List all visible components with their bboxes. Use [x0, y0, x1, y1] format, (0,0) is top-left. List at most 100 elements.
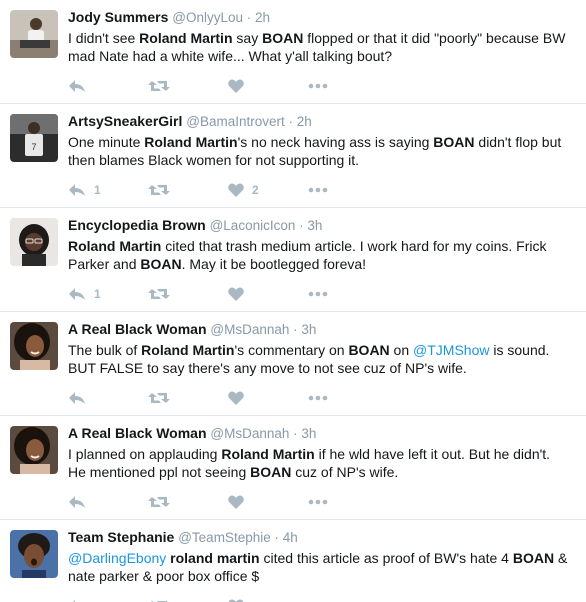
reply-icon	[68, 79, 86, 93]
text-segment: say	[232, 30, 263, 46]
retweet-button[interactable]	[148, 183, 228, 197]
avatar[interactable]	[10, 10, 58, 58]
tweet-header: ArtsySneakerGirl @BamaIntrovert · 2h	[68, 112, 574, 131]
tweet-header: Jody Summers @OnlyyLou · 2h	[68, 8, 574, 27]
separator-dot: ·	[284, 114, 297, 129]
tweet-actions	[68, 589, 574, 602]
mention-link[interactable]: @DarlingEbony	[68, 550, 166, 566]
tweet-text: One minute Roland Martin's no neck havin…	[68, 133, 574, 169]
more-button[interactable]	[308, 187, 388, 193]
timestamp[interactable]: 3h	[307, 218, 322, 233]
like-button[interactable]	[228, 495, 308, 509]
timestamp[interactable]: 3h	[301, 322, 316, 337]
more-dots-icon	[308, 83, 328, 89]
display-name[interactable]: Encyclopedia Brown	[68, 217, 206, 233]
tweet-header: A Real Black Woman @MsDannah · 3h	[68, 320, 574, 339]
retweet-button[interactable]	[148, 287, 228, 301]
display-name[interactable]: Team Stephanie	[68, 529, 174, 545]
text-segment: I planned on applauding	[68, 446, 222, 462]
highlighted-term: Roland Martin	[221, 446, 315, 462]
timestamp[interactable]: 3h	[301, 426, 316, 441]
tweet-actions: 1	[68, 277, 574, 311]
like-button[interactable]	[228, 79, 308, 93]
highlighted-term: BOAN	[512, 550, 555, 566]
text-segment: The bulk of	[68, 342, 142, 358]
display-name[interactable]: Jody Summers	[68, 9, 168, 25]
like-count: 2	[252, 183, 259, 197]
text-segment: cuz of NP's wife.	[291, 464, 399, 480]
tweet-text: I planned on applauding Roland Martin if…	[68, 445, 574, 481]
reply-button[interactable]: 1	[68, 287, 148, 301]
user-handle[interactable]: @LaconicIcon	[210, 218, 296, 233]
more-button[interactable]	[308, 395, 388, 401]
separator-dot: ·	[243, 10, 256, 25]
like-button[interactable]	[228, 391, 308, 405]
reply-button[interactable]	[68, 495, 148, 509]
timestamp[interactable]: 2h	[255, 10, 270, 25]
retweet-button[interactable]	[148, 79, 228, 93]
avatar[interactable]	[10, 218, 58, 266]
tweet-header: Encyclopedia Brown @LaconicIcon · 3h	[68, 216, 574, 235]
user-handle[interactable]: @MsDannah	[210, 426, 289, 441]
like-button[interactable]: 2	[228, 183, 308, 197]
tweet-actions: 12	[68, 173, 574, 207]
tweet[interactable]: A Real Black Woman @MsDannah · 3h I plann…	[0, 416, 586, 520]
user-handle[interactable]: @TeamStephie	[178, 530, 271, 545]
tweet[interactable]: 7 ArtsySneakerGirl @BamaIntrovert · 2h One…	[0, 104, 586, 208]
retweet-button[interactable]	[148, 495, 228, 509]
like-button[interactable]	[228, 287, 308, 301]
timestamp[interactable]: 2h	[297, 114, 312, 129]
more-button[interactable]	[308, 83, 388, 89]
text-segment: One minute	[68, 134, 145, 150]
highlighted-term: Roland Martin	[141, 342, 235, 358]
text-segment: I didn't see	[68, 30, 140, 46]
tweet[interactable]: Team Stephanie @TeamStephie · 4h @Darling…	[0, 520, 586, 602]
user-handle[interactable]: @OnlyyLou	[172, 10, 243, 25]
separator-dot: ·	[289, 426, 302, 441]
highlighted-term: BOAN	[433, 134, 475, 150]
text-segment: . May it be bootlegged foreva!	[181, 256, 367, 272]
separator-dot: ·	[270, 530, 283, 545]
retweet-button[interactable]	[148, 391, 228, 405]
reply-button[interactable]	[68, 391, 148, 405]
avatar[interactable]	[10, 322, 58, 370]
tweet[interactable]: A Real Black Woman @MsDannah · 3h The bul…	[0, 312, 586, 416]
tweet-actions	[68, 69, 574, 103]
reply-icon	[68, 391, 86, 405]
timestamp[interactable]: 4h	[283, 530, 298, 545]
tweet[interactable]: Jody Summers @OnlyyLou · 2h I didn't see …	[0, 0, 586, 104]
avatar[interactable]	[10, 530, 58, 578]
user-handle[interactable]: @MsDannah	[210, 322, 289, 337]
display-name[interactable]: A Real Black Woman	[68, 425, 207, 441]
more-dots-icon	[308, 291, 328, 297]
heart-icon	[228, 79, 244, 93]
more-button[interactable]	[308, 291, 388, 297]
avatar[interactable]: 7	[10, 114, 58, 162]
retweet-icon	[148, 79, 170, 93]
tweet-text: I didn't see Roland Martin say BOAN flop…	[68, 29, 574, 65]
highlighted-term: BOAN	[348, 342, 390, 358]
display-name[interactable]: A Real Black Woman	[68, 321, 207, 337]
heart-icon	[228, 391, 244, 405]
more-button[interactable]	[308, 499, 388, 505]
tweet-actions	[68, 485, 574, 519]
highlighted-term: Roland Martin	[68, 238, 162, 254]
tweet[interactable]: Encyclopedia Brown @LaconicIcon · 3h Rola…	[0, 208, 586, 312]
separator-dot: ·	[295, 218, 308, 233]
highlighted-term: BOAN	[140, 256, 182, 272]
reply-icon	[68, 287, 86, 301]
text-segment: 's commentary on	[234, 342, 349, 358]
mention-link[interactable]: @TJMShow	[413, 342, 489, 358]
reply-button[interactable]: 1	[68, 183, 148, 197]
tweet-text: @DarlingEbony roland martin cited this a…	[68, 549, 574, 585]
reply-count: 1	[94, 287, 101, 301]
highlighted-term: Roland Martin	[144, 134, 238, 150]
avatar[interactable]	[10, 426, 58, 474]
more-dots-icon	[308, 499, 328, 505]
reply-button[interactable]	[68, 79, 148, 93]
highlighted-term: roland martin	[170, 550, 260, 566]
user-handle[interactable]: @BamaIntrovert	[186, 114, 285, 129]
tweet-header: Team Stephanie @TeamStephie · 4h	[68, 528, 574, 547]
tweet-header: A Real Black Woman @MsDannah · 3h	[68, 424, 574, 443]
display-name[interactable]: ArtsySneakerGirl	[68, 113, 182, 129]
